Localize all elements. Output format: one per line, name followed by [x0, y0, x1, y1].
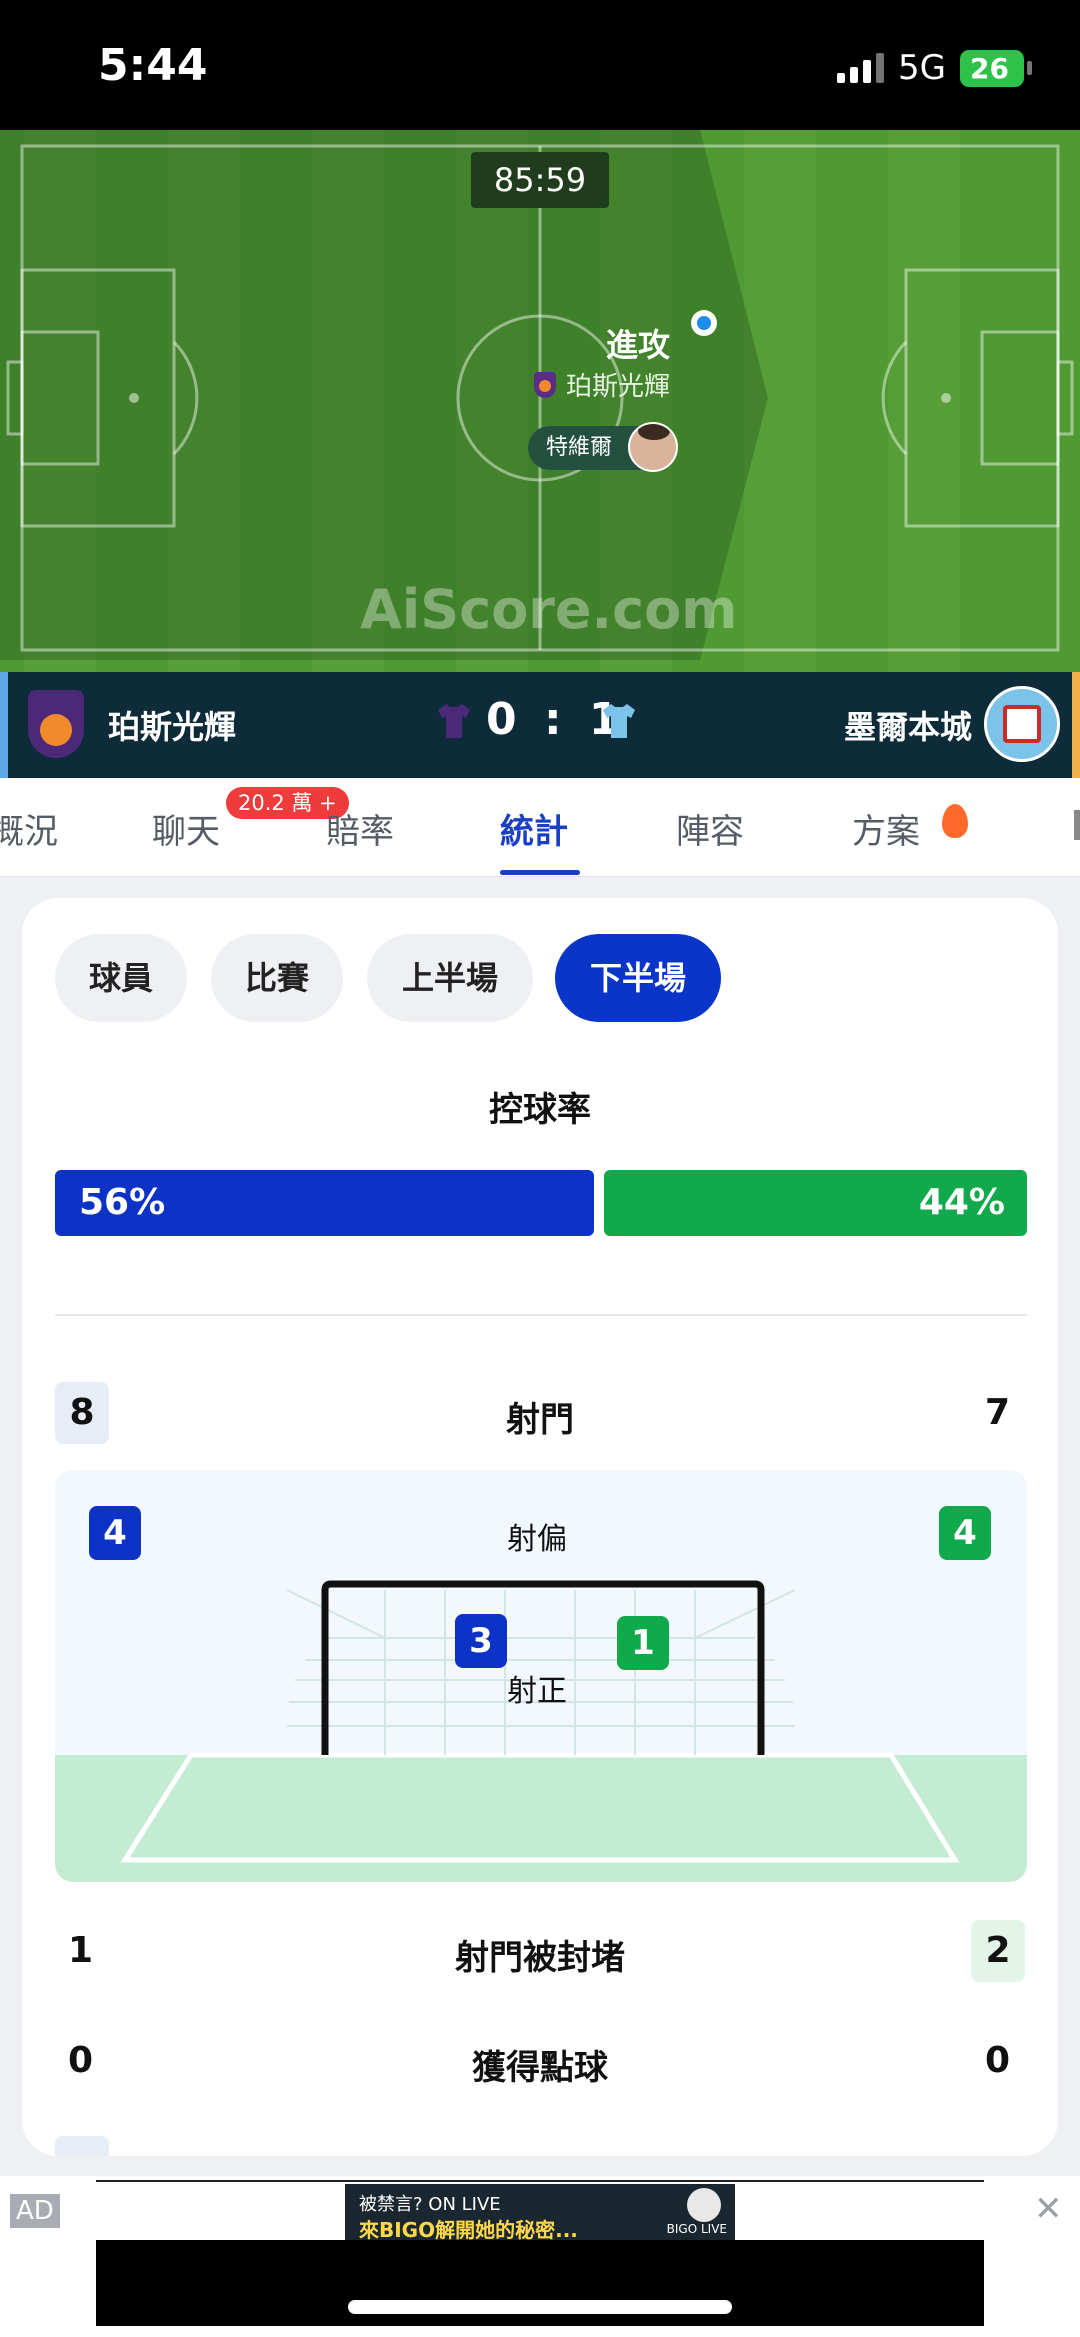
tab-stats[interactable]: 統計: [500, 804, 568, 853]
tab-overview[interactable]: 概況: [0, 804, 58, 853]
divider: [55, 1314, 1027, 1316]
ad-banner-area: AD 被禁言? ON LIVE 來BIGO解開她的秘密... BIGO LIVE…: [0, 2176, 1080, 2337]
signal-icon: [837, 53, 885, 83]
tab-chat[interactable]: 聊天: [152, 804, 220, 853]
tab-bar: 概況 聊天 20.2 萬 + 賠率 統計 陣容 方案: [0, 778, 1080, 877]
battery-level: 26: [960, 49, 1024, 87]
status-time: 5:44: [98, 40, 208, 91]
shot-map: 4 射偏 4 3 1 射正: [55, 1470, 1027, 1882]
ad-line-1: 被禁言? ON LIVE: [359, 2194, 501, 2215]
home-indicator[interactable]: [348, 2300, 732, 2314]
blocked-label: 射門被封堵: [455, 1938, 625, 1978]
ad-logo-icon: [687, 2188, 721, 2222]
score-separator: :: [543, 694, 562, 745]
home-jersey-icon: [438, 704, 470, 738]
ad-banner[interactable]: 被禁言? ON LIVE 來BIGO解開她的秘密... BIGO LIVE: [345, 2184, 735, 2248]
home-score: 0: [486, 694, 517, 745]
player-tag: 特維爾: [528, 422, 679, 472]
shots-off-home-value: 4: [89, 1506, 141, 1560]
match-timer: 85:59: [471, 152, 609, 208]
away-crest-icon[interactable]: [984, 686, 1060, 762]
filter-match[interactable]: 比賽: [211, 934, 343, 1022]
tab-lineup[interactable]: 陣容: [676, 804, 744, 853]
event-team-name: 珀斯光輝: [566, 372, 671, 402]
tab-overflow[interactable]: [1074, 810, 1080, 840]
away-jersey-icon: [603, 704, 635, 738]
shots-label: 射門: [506, 1400, 574, 1440]
battery-icon: 26: [960, 49, 1032, 87]
home-crest-icon[interactable]: [28, 690, 84, 758]
network-label: 5G: [898, 48, 946, 88]
event-label: 進攻: [605, 326, 670, 364]
filter-first-half[interactable]: 上半場: [367, 934, 533, 1022]
shots-on-home-value: 3: [455, 1614, 507, 1668]
stats-card: 球員 比賽 上半場 下半場 控球率 56% 44% 8 射門 7 4 射偏 4 …: [22, 898, 1058, 2156]
close-icon[interactable]: ✕: [1034, 2192, 1068, 2226]
player-avatar: [628, 422, 679, 472]
possession-away-bar: 44%: [604, 1170, 1027, 1236]
pitch-animation: 85:59 進攻 珀斯光輝 特維爾 AiScore.com: [0, 130, 1080, 672]
shots-off-label: 射偏: [507, 1522, 567, 1557]
penalties-away-value: 0: [985, 2040, 1011, 2081]
team-crest-icon: [534, 371, 556, 398]
ad-brand: BIGO LIVE: [666, 2222, 727, 2236]
penalties-label: 獲得點球: [472, 2048, 608, 2088]
event-team: 珀斯光輝: [534, 366, 670, 403]
status-icons: 5G 26: [837, 48, 1032, 88]
ad-label: AD: [10, 2194, 60, 2228]
score-bar: 珀斯光輝 0 : 1 墨爾本城: [0, 672, 1080, 778]
flame-icon: [942, 804, 968, 838]
home-team-name[interactable]: 珀斯光輝: [108, 702, 236, 748]
blocked-away-value: 2: [971, 1920, 1025, 1982]
possession-home-bar: 56%: [55, 1170, 594, 1236]
ad-line-2: 來BIGO解開她的秘密...: [359, 2218, 578, 2242]
shots-off-away-value: 4: [939, 1506, 991, 1560]
shots-away-value: 7: [985, 1392, 1011, 1433]
scoreline: 0 : 1: [486, 694, 620, 745]
status-bar: 5:44 5G 26: [0, 0, 1080, 130]
filter-second-half[interactable]: 下半場: [555, 934, 721, 1022]
ball-position-icon: [691, 310, 717, 336]
watermark: AiScore.com: [360, 578, 738, 641]
filter-players[interactable]: 球員: [55, 934, 187, 1022]
shots-on-label: 射正: [507, 1674, 567, 1709]
away-team-name[interactable]: 墨爾本城: [844, 702, 972, 748]
shots-on-away-value: 1: [617, 1616, 669, 1670]
possession-title: 控球率: [489, 1090, 591, 1130]
tab-odds[interactable]: 賠率: [326, 804, 394, 853]
next-stat-row: [22, 2128, 1058, 2156]
player-name: 特維爾: [546, 435, 613, 460]
tab-tips[interactable]: 方案: [852, 804, 920, 853]
active-tab-indicator: [500, 870, 580, 875]
